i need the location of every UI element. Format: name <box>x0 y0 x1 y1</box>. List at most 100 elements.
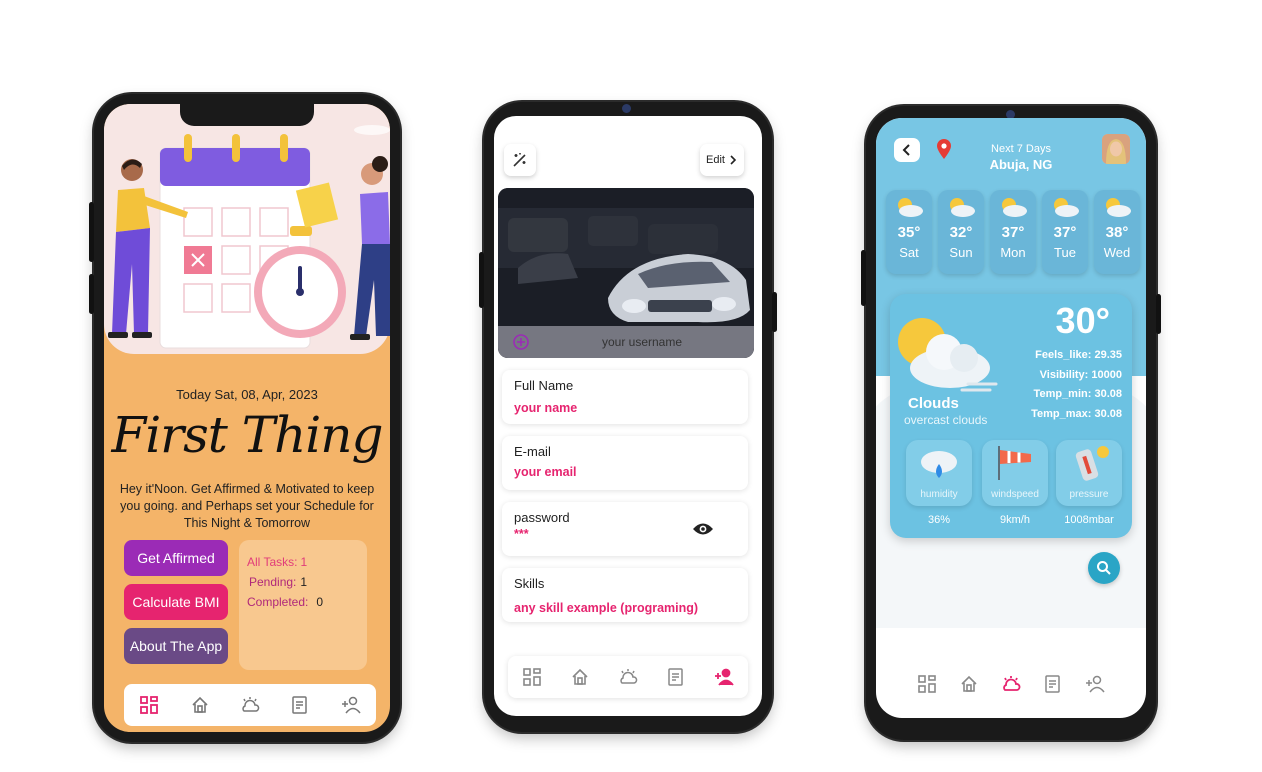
partly-cloudy-icon <box>1054 198 1079 217</box>
tasks-icon[interactable] <box>289 694 311 716</box>
home-icon[interactable] <box>189 694 211 716</box>
get-affirmed-button[interactable]: Get Affirmed <box>124 540 228 576</box>
field-value: your name <box>514 401 578 415</box>
home-icon[interactable] <box>958 673 980 695</box>
chevron-right-icon <box>730 155 737 165</box>
all-tasks-label: All Tasks: <box>247 555 298 569</box>
forecast-day-label: Mon <box>1000 245 1026 260</box>
tasks-icon[interactable] <box>665 666 687 688</box>
bottom-nav <box>906 666 1116 702</box>
forecast-day[interactable]: 37° Mon <box>990 190 1036 274</box>
power-button <box>1156 294 1161 334</box>
forecast-day[interactable]: 35° Sat <box>886 190 932 274</box>
calculate-bmi-button[interactable]: Calculate BMI <box>124 584 228 620</box>
temp-min: Temp_min: 30.08 <box>1033 388 1122 400</box>
tasks-icon[interactable] <box>1042 673 1064 695</box>
search-button[interactable] <box>1088 552 1120 584</box>
profile-icon[interactable] <box>713 666 735 688</box>
forecast-day-label: Wed <box>1103 245 1131 260</box>
thermometer-icon <box>1075 446 1109 481</box>
email-field[interactable]: E-mail your email <box>502 436 748 490</box>
dashboard-icon[interactable] <box>916 673 938 695</box>
profile-icon[interactable] <box>340 694 362 716</box>
metric-label: pressure <box>1069 489 1109 500</box>
forecast-day-label: Sat <box>899 245 919 260</box>
temp-max: Temp_max: 30.08 <box>1031 407 1122 420</box>
volume-button <box>89 202 94 262</box>
chevron-left-icon <box>902 144 910 156</box>
partly-cloudy-icon <box>950 198 975 217</box>
search-icon <box>1097 561 1111 575</box>
avatar[interactable] <box>1102 134 1130 164</box>
phone-profile: Edit your username Full Name your name E… <box>479 102 777 732</box>
forecast-day-label: Tue <box>1054 245 1076 260</box>
edit-button[interactable]: Edit <box>700 144 744 176</box>
windsock-icon <box>998 446 1031 480</box>
forecast-day[interactable]: 38° Wed <box>1094 190 1140 274</box>
password-field[interactable]: password *** <box>502 502 748 556</box>
visibility: Visibility: 10000 <box>1039 368 1122 381</box>
forecast-temp: 37° <box>1053 224 1077 241</box>
skills-field[interactable]: Skills any skill example (programing) <box>502 568 748 622</box>
forecast-temp: 37° <box>1001 224 1025 241</box>
weather-icon[interactable] <box>617 666 639 688</box>
username-label: your username <box>601 335 683 349</box>
eye-icon[interactable] <box>692 522 714 536</box>
humidity-icon <box>921 451 957 478</box>
location-label: Abuja, NG <box>989 157 1053 172</box>
field-label: E-mail <box>514 444 551 459</box>
back-button[interactable] <box>894 138 920 162</box>
windspeed-tile: windspeed <box>982 440 1048 506</box>
settings-button[interactable] <box>504 144 536 176</box>
humidity-value: 36% <box>927 514 951 526</box>
forecast-temp: 32° <box>949 224 973 241</box>
task-stats-card: All Tasks: 1 Pending: 1 Completed: 0 <box>239 540 367 670</box>
weather-icon[interactable] <box>1000 673 1022 695</box>
greeting-text: Hey it'Noon. Get Affirmed & Motivated to… <box>119 482 375 530</box>
clouds-icon <box>898 318 998 392</box>
phone-weather: Next 7 Days Abuja, NG 35° Sat 32° Sun 37… <box>861 106 1161 740</box>
feels-like: Feels_like: 29.35 <box>1035 349 1122 361</box>
field-label: Skills <box>514 576 545 591</box>
forecast-temp: 38° <box>1105 224 1129 241</box>
side-button <box>89 274 94 314</box>
profile-icon[interactable] <box>1084 673 1106 695</box>
humidity-tile: humidity <box>906 440 972 506</box>
full-name-field[interactable]: Full Name your name <box>502 370 748 424</box>
dashboard-icon[interactable] <box>521 666 543 688</box>
notch <box>180 104 314 126</box>
about-app-button[interactable]: About The App <box>124 628 228 664</box>
edit-label: Edit <box>706 154 725 166</box>
forecast-day[interactable]: 37° Tue <box>1042 190 1088 274</box>
power-button <box>772 292 777 332</box>
home-icon[interactable] <box>569 666 591 688</box>
app-showcase: Today Sat, 08, Apr, 2023 First Thing Hey… <box>0 0 1262 772</box>
weather-icon[interactable] <box>239 694 261 716</box>
bottom-nav <box>124 684 376 726</box>
pending-value: 1 <box>300 575 308 589</box>
camera-dot <box>622 104 631 113</box>
pressure-value: 1008mbar <box>1064 514 1114 526</box>
pending-label: Pending: <box>249 575 297 589</box>
calendar-illustration <box>104 104 390 354</box>
date-label: Today Sat, 08, Apr, 2023 <box>176 387 318 402</box>
condition-label: Clouds <box>908 395 959 412</box>
bottom-nav <box>508 656 748 698</box>
completed-label: Completed: <box>247 595 309 609</box>
dashboard-icon[interactable] <box>138 694 160 716</box>
page-title: First Thing <box>111 406 384 464</box>
current-weather-card: 30° Feels_like: 29.35 Visibility: 10000 … <box>890 294 1132 538</box>
volume-button <box>861 250 866 306</box>
condition-description: overcast clouds <box>904 413 988 427</box>
weather-screen: Next 7 Days Abuja, NG 35° Sat 32° Sun 37… <box>876 118 1146 718</box>
username-bar[interactable]: your username <box>498 326 754 358</box>
forecast-day[interactable]: 32° Sun <box>938 190 984 274</box>
add-photo-icon[interactable] <box>512 333 530 351</box>
field-label: Full Name <box>514 378 574 393</box>
windspeed-value: 9km/h <box>1000 514 1030 526</box>
completed-value: 0 <box>316 595 324 609</box>
all-tasks-value: 1 <box>300 555 308 569</box>
current-temp: 30° <box>1055 300 1110 341</box>
pressure-tile: pressure <box>1056 440 1122 506</box>
location-pin-icon <box>937 139 951 159</box>
